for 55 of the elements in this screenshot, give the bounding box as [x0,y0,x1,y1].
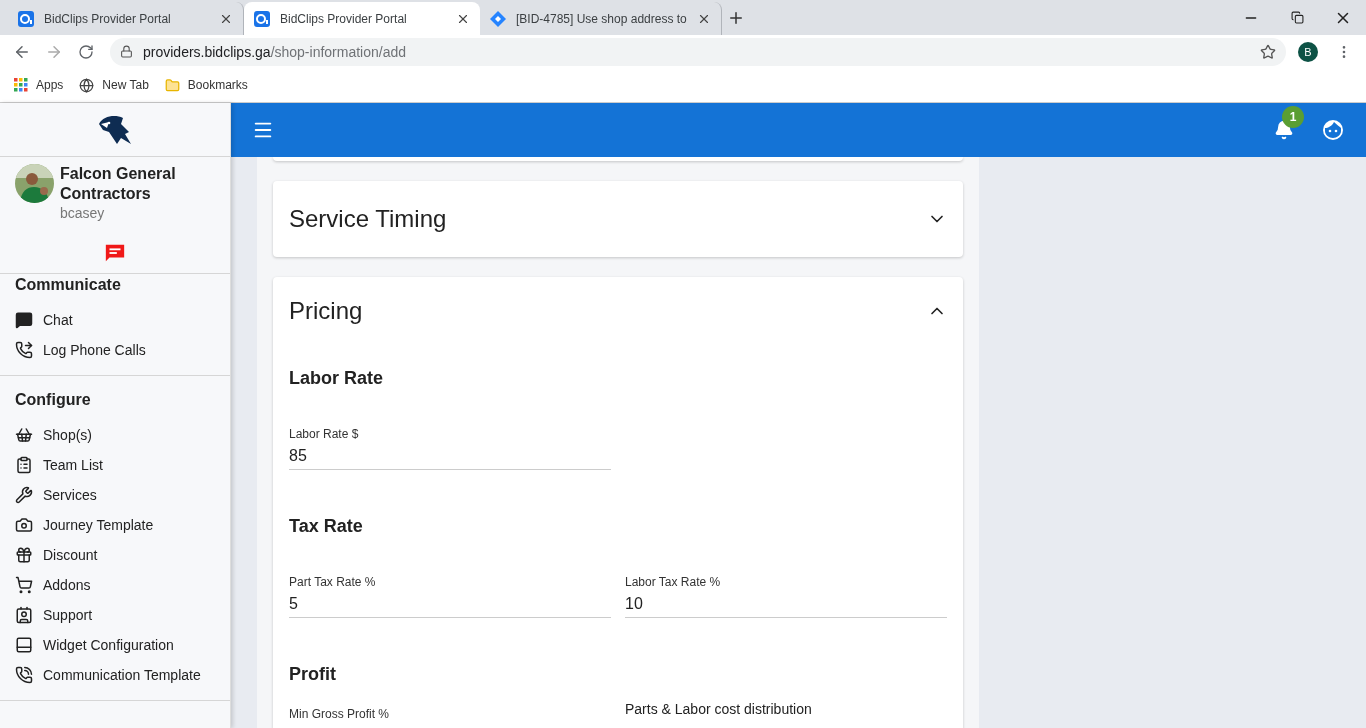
bookmark-link[interactable]: New Tab [79,77,149,93]
nav-item[interactable]: Services [15,480,215,510]
nav-item[interactable]: Widget Configuration [15,630,215,660]
notification-count: 1 [1282,106,1304,128]
panel-icon [15,636,33,654]
diamond-logo-icon [490,10,506,27]
input-field[interactable]: Labor Rate $ 85 [289,427,611,470]
section-heading: Configure [15,391,92,409]
nav-item[interactable]: Shop(s) [15,420,215,450]
nav-item[interactable]: Journey Template [15,510,215,540]
chat-icon[interactable] [104,242,126,264]
input-field[interactable]: Labor Tax Rate % 10 [625,575,947,618]
panel-title: Pricing [289,297,363,325]
nav-item[interactable]: Support [15,600,215,630]
app-logo-icon [18,10,34,27]
input-field[interactable]: Min Gross Profit % [289,707,611,728]
gift-icon [15,546,33,564]
chat-bubble-icon [15,311,33,329]
globe-icon [79,77,95,93]
section-heading: Communicate [15,276,122,294]
input-field[interactable]: Part Tax Rate % 5 [289,575,611,618]
lock-icon [120,45,133,58]
section-label: Parts & Labor cost distribution [625,701,813,719]
panel-title: Service Timing [289,205,447,233]
nav-item[interactable]: Addons [15,570,215,600]
nav-item[interactable]: Log Phone Calls [15,335,215,365]
cart-icon [15,576,33,594]
restore-icon[interactable] [1290,11,1304,24]
address-bar[interactable]: providers.bidclips.ga/shop-information/add [110,37,1286,66]
group-heading: Tax Rate [289,516,364,537]
bookmark-link[interactable]: Bookmarks [164,77,248,93]
bookmark-star-icon[interactable] [1260,43,1276,60]
company-name: Falcon General Contractors [60,164,177,204]
basket-icon [15,426,33,444]
group-heading: Labor Rate [289,368,385,389]
contact-card-icon [15,606,33,624]
bookmark-link[interactable]: Apps [14,78,64,92]
nav-item[interactable]: Chat [15,305,215,335]
face-avatar-icon[interactable] [1322,119,1344,141]
phone-icon [15,666,33,684]
nav-item[interactable]: Communication Template [15,660,215,690]
folder-icon [164,77,180,93]
nav-item[interactable]: Team List [15,450,215,480]
wrench-icon [15,486,33,504]
reload-icon[interactable] [78,43,94,60]
app-logo-icon [254,10,270,27]
clipboard-icon [15,456,33,474]
nav-item[interactable]: Discount [15,540,215,570]
profile-button[interactable]: B [1298,41,1318,62]
group-heading: Profit [289,664,337,685]
phone-forward-icon [15,341,33,359]
apps-grid-icon [14,78,28,92]
username: bcasey [60,204,106,222]
camera-icon [15,516,33,534]
browser-tab[interactable]: BidClips Provider Portal [244,2,480,35]
